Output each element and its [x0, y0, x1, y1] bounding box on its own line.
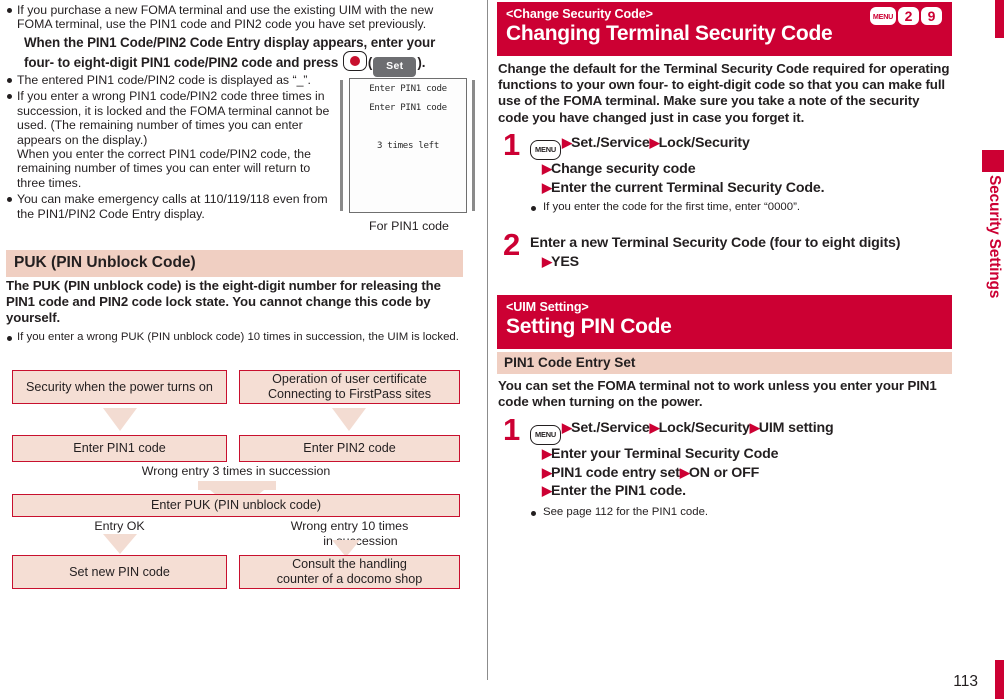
section1-key-shortcuts: MENU 2 9: [870, 7, 942, 25]
section2-lead-paragraph: You can set the FOMA terminal not to wor…: [498, 378, 937, 410]
flow-box-consult-line-2: counter of a docomo shop: [276, 572, 423, 586]
flow-box-consult-line-1: Consult the handling: [292, 557, 407, 571]
step2-line-2: ▶YES: [542, 253, 579, 270]
step-number: 1: [503, 412, 521, 447]
column-divider: [487, 0, 488, 680]
pin-flowchart: Security when the power turns on Operati…: [0, 0, 470, 699]
step1-note: If you enter the code for the first time…: [530, 201, 980, 215]
section2-subheading: PIN1 Code Entry Set: [497, 352, 952, 374]
side-edge-top: [995, 0, 1004, 38]
menu-key-glyph: MENU: [530, 425, 561, 445]
section1-title: Changing Terminal Security Code: [506, 22, 833, 45]
uim-step-line-3: ▶PIN1 code entry set▶ON or OFF: [542, 464, 760, 481]
section-header-change-security-code: <Change Security Code> Changing Terminal…: [497, 2, 952, 56]
key-2-icon: 2: [898, 7, 919, 25]
flow-arrow-right-1: [332, 408, 366, 431]
section2-kicker: <UIM Setting>: [506, 300, 589, 314]
key-9-icon: 9: [921, 7, 942, 25]
right-column: <Change Security Code> Changing Terminal…: [497, 0, 952, 699]
flow-box-set-new-pin: Set new PIN code: [12, 555, 227, 589]
section-header-uim-setting: <UIM Setting> Setting PIN Code: [497, 295, 952, 349]
flow-box-user-certificate: Operation of user certificate Connecting…: [239, 370, 460, 404]
step-line-2: ▶Change security code: [542, 161, 696, 177]
left-column: If you purchase a new FOMA terminal and …: [0, 0, 475, 699]
section2-step-1: 1 MENU ▶Set./Service▶Lock/Security▶UIM se…: [501, 414, 980, 520]
section1-step-2: 2 Enter a new Terminal Security Code (fo…: [501, 229, 980, 271]
section1-lead-paragraph: Change the default for the Terminal Secu…: [498, 61, 950, 125]
manual-page: If you purchase a new FOMA terminal and …: [0, 0, 1004, 699]
page-number: 113: [953, 673, 978, 690]
side-edge-bottom: [995, 660, 1004, 699]
flow-box-enter-pin2: Enter PIN2 code: [239, 435, 460, 462]
flow-arrow-left-2: [103, 534, 137, 554]
step2-note: See page 112 for the PIN1 code.: [530, 506, 980, 520]
flow-box-cert-line-1: Operation of user certificate: [272, 372, 427, 386]
side-tab: Security Settings: [980, 0, 1004, 699]
side-tab-marker: [982, 150, 1004, 172]
flow-box-cert-line-2: Connecting to FirstPass sites: [267, 387, 432, 401]
uim-step-line-1: MENU ▶Set./Service▶Lock/Security▶UIM sett…: [530, 419, 980, 445]
uim-step-line-2: ▶Enter your Terminal Security Code: [542, 446, 779, 462]
flow-box-enter-puk: Enter PUK (PIN unblock code): [12, 494, 460, 517]
step-number: 2: [503, 227, 521, 262]
step2-line-1: Enter a new Terminal Security Code (four…: [530, 235, 901, 251]
flow-box-consult-shop: Consult the handling counter of a docomo…: [239, 555, 460, 589]
step-line-3: ▶Enter the current Terminal Security Cod…: [542, 179, 825, 196]
flow-box-power-on: Security when the power turns on: [12, 370, 227, 404]
flow-arrow-shaft: [198, 481, 276, 490]
menu-key-glyph: MENU: [530, 140, 561, 160]
menu-key-icon: MENU: [870, 7, 896, 25]
step-number: 1: [503, 127, 521, 162]
side-tab-label: Security Settings: [986, 175, 1003, 299]
flow-label-wrong-3-times: Wrong entry 3 times in succession: [141, 464, 331, 478]
step-line-1: MENU ▶Set./Service▶Lock/Security: [530, 134, 980, 160]
flow-label-wrong10-line-1: Wrong entry 10 times: [290, 519, 409, 533]
section2-title: Setting PIN Code: [506, 315, 672, 338]
section1-step-1: 1 MENU ▶Set./Service▶Lock/Security ▶Chang…: [501, 129, 980, 216]
phone-frame-right: [472, 80, 475, 211]
flow-label-entry-ok: Entry OK: [94, 519, 145, 533]
flow-arrow-left-1: [103, 408, 137, 431]
flow-box-enter-pin1: Enter PIN1 code: [12, 435, 227, 462]
uim-step-line-4: ▶Enter the PIN1 code.: [542, 483, 686, 499]
